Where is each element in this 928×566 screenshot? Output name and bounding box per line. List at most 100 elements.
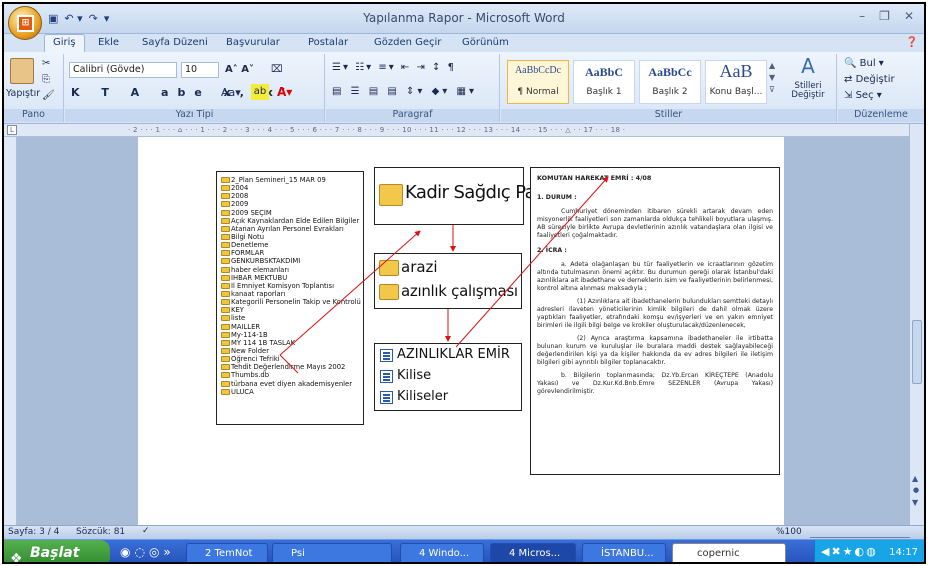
style-sample: AaB	[719, 61, 753, 81]
find-button[interactable]: 🔍 Bul ▾	[844, 56, 884, 72]
page-indicator[interactable]: Sayfa: 3 / 4	[8, 527, 59, 537]
folder-icon	[221, 177, 230, 183]
grow-font-icon[interactable]: A˄ A˅	[225, 62, 254, 78]
scroll-thumb[interactable]	[912, 320, 922, 384]
styles-scroll-icon[interactable]: ▲ ▼ ⊽	[769, 60, 775, 94]
tab-postalar[interactable]: Postalar	[308, 37, 348, 48]
tab-ekle[interactable]: Ekle	[98, 37, 119, 48]
style-name: Konu Başl...	[709, 87, 763, 97]
style-heading-1[interactable]: AaBbC Başlık 1	[573, 60, 635, 104]
folder-item: türbana evet diyen akademisyenler	[221, 380, 363, 388]
close-icon[interactable]: ✕	[904, 9, 914, 23]
folder-icon	[221, 331, 230, 338]
font-size-select[interactable]: 10	[181, 62, 219, 78]
style-normal[interactable]: AaBbCcDc ¶ Normal	[507, 60, 569, 104]
arazi-label: arazi	[401, 258, 438, 276]
folder-item: liste	[221, 314, 363, 322]
folder-item: 2008	[221, 192, 363, 200]
tab-sayfa-duzeni[interactable]: Sayfa Düzeni	[142, 37, 208, 48]
task-psi[interactable]: Psi	[272, 543, 392, 562]
doc-section-1-text: Cumhuriyet döneminden itibaren sürekli a…	[537, 208, 773, 239]
quick-launch-icons[interactable]: ◉◌◎»	[120, 545, 175, 559]
folder-icon	[221, 217, 230, 224]
doc-section-1-heading: 1. DURUM :	[537, 194, 577, 201]
align-icons[interactable]: ▤ ☰ ▤ ▤ ⇕▾ ◆▾ ▦▾	[332, 84, 477, 100]
doc-section-2-heading: 2. İCRA :	[537, 247, 567, 254]
folder-item: ULUCA	[221, 388, 363, 396]
zoom-slider[interactable]	[810, 526, 910, 538]
restore-icon[interactable]: ❐	[879, 9, 890, 23]
highlight-icon[interactable]: ab	[251, 84, 269, 100]
horizontal-ruler[interactable]: L · 2 · · · 1 · · · ⌂ · · · 1 · · · 2 · …	[4, 124, 924, 137]
vertical-scrollbar[interactable]: ▲ ● ▼	[909, 124, 924, 525]
proofing-icon[interactable]: ✓	[142, 526, 150, 536]
office-logo-icon: ⊞	[17, 15, 34, 32]
task-istanbul[interactable]: İSTANBU...	[582, 543, 666, 562]
folder-label: liste	[231, 314, 246, 323]
browse-object-icon[interactable]: ●	[913, 486, 919, 494]
folder-item: 2009	[221, 200, 363, 208]
font-name-select[interactable]: Calibri (Gövde)	[69, 62, 177, 78]
next-page-icon[interactable]: ▼	[912, 498, 918, 507]
folder-icon	[221, 233, 230, 240]
folder-icon	[221, 185, 230, 192]
cut-icon[interactable]: ✂	[42, 56, 50, 72]
format-painter-icon[interactable]: 🖌	[42, 88, 55, 104]
office-button[interactable]: ⊞	[8, 6, 42, 40]
copernic-search[interactable]: copernic	[672, 543, 786, 562]
font-color-icon[interactable]: A▾	[277, 84, 292, 100]
folder-icon	[221, 209, 230, 216]
folder-item: Denetleme	[221, 241, 363, 249]
folder-item: 2009 SEÇİM	[221, 209, 363, 217]
change-styles-button[interactable]: Stilleri Değiştir	[783, 82, 833, 102]
style-title[interactable]: AaB Konu Başl...	[705, 60, 767, 104]
tab-gorunum[interactable]: Görünüm	[462, 37, 509, 48]
paste-icon[interactable]	[10, 58, 34, 84]
zoom-level[interactable]: %100	[776, 527, 802, 537]
select-button[interactable]: ⇲ Seç ▾	[844, 88, 882, 104]
paste-button[interactable]: Yapıştır	[6, 86, 40, 102]
tray-icons[interactable]: ◀✖★◐◍	[821, 545, 878, 558]
folder-item: Tehdit Değerlendirme Mayıs 2002	[221, 363, 363, 371]
list-icons[interactable]: ☰▾ ☷▾ ≡▾ ⇤ ⇥ ↕ ¶	[332, 60, 456, 76]
folder-label: MY 114 1B TASLAK	[231, 338, 296, 347]
word-count[interactable]: Sözcük: 81	[76, 527, 125, 537]
style-name: Başlık 1	[586, 87, 622, 97]
folder-icon	[221, 282, 230, 289]
folder-item: KEY	[221, 306, 363, 314]
windows-taskbar: ❖ Başlat ◉◌◎» 2 TemNot Psi 4 Windo... 4 M…	[4, 539, 924, 562]
folder-label: 2009	[231, 200, 249, 209]
tab-selector-icon[interactable]: L	[7, 125, 17, 135]
tab-gozden-gecir[interactable]: Gözden Geçir	[374, 37, 441, 48]
replace-button[interactable]: ⇄ Değiştir	[844, 72, 895, 88]
tab-giris[interactable]: Giriş	[44, 34, 85, 53]
task-windows[interactable]: 4 Windo...	[400, 543, 484, 562]
start-button[interactable]: ❖ Başlat	[4, 540, 110, 562]
style-heading-2[interactable]: AaBbCc Başlık 2	[639, 60, 701, 104]
select-label: Seç	[855, 90, 874, 101]
document-workspace: 2_Plan Semineri_15 MAR 09 2004 2008 2009…	[17, 137, 909, 525]
find-label: Bul	[859, 58, 876, 69]
minimize-icon[interactable]: –	[859, 9, 865, 23]
folder-icon	[221, 242, 230, 249]
paragraph-group: ☰▾ ☷▾ ≡▾ ⇤ ⇥ ↕ ¶ ▤ ☰ ▤ ▤ ⇕▾ ◆▾ ▦▾ Paragr…	[326, 54, 500, 122]
prev-page-icon[interactable]: ▲	[912, 474, 918, 483]
clear-format-icon[interactable]: ⌧	[271, 62, 283, 78]
doc-section-2b: b. Bilgilerin toplanmasında; Dz.Yb.Ercan…	[537, 372, 773, 395]
doc-section-2a1: (1) Azınlıklara ait ibadethanelerin bulu…	[537, 298, 773, 329]
folder-label: FORMLAR	[231, 249, 265, 258]
editing-group: 🔍 Bul ▾ ⇄ Değiştir ⇲ Seç ▾ Düzenleme	[838, 54, 924, 122]
folder-label: 2_Plan Semineri_15 MAR 09	[231, 176, 326, 184]
tab-basvurular[interactable]: Başvurular	[226, 37, 280, 48]
change-styles-icon[interactable]: A	[783, 56, 833, 76]
change-case-icon[interactable]: Aa▾	[221, 85, 241, 101]
help-icon[interactable]: ❓	[906, 37, 918, 48]
folder-item: New Folder	[221, 347, 363, 355]
task-word[interactable]: 4 Micros...	[490, 543, 576, 562]
document-page[interactable]: 2_Plan Semineri_15 MAR 09 2004 2008 2009…	[138, 137, 784, 525]
style-name: Başlık 2	[652, 87, 688, 97]
doc-section-2a2: (2) Ayrıca araştırma kapsamına ibadethan…	[537, 335, 773, 366]
copy-icon[interactable]: ⎘	[42, 72, 50, 88]
vertical-ruler[interactable]	[4, 137, 17, 525]
task-temnot[interactable]: 2 TemNot	[186, 543, 268, 562]
